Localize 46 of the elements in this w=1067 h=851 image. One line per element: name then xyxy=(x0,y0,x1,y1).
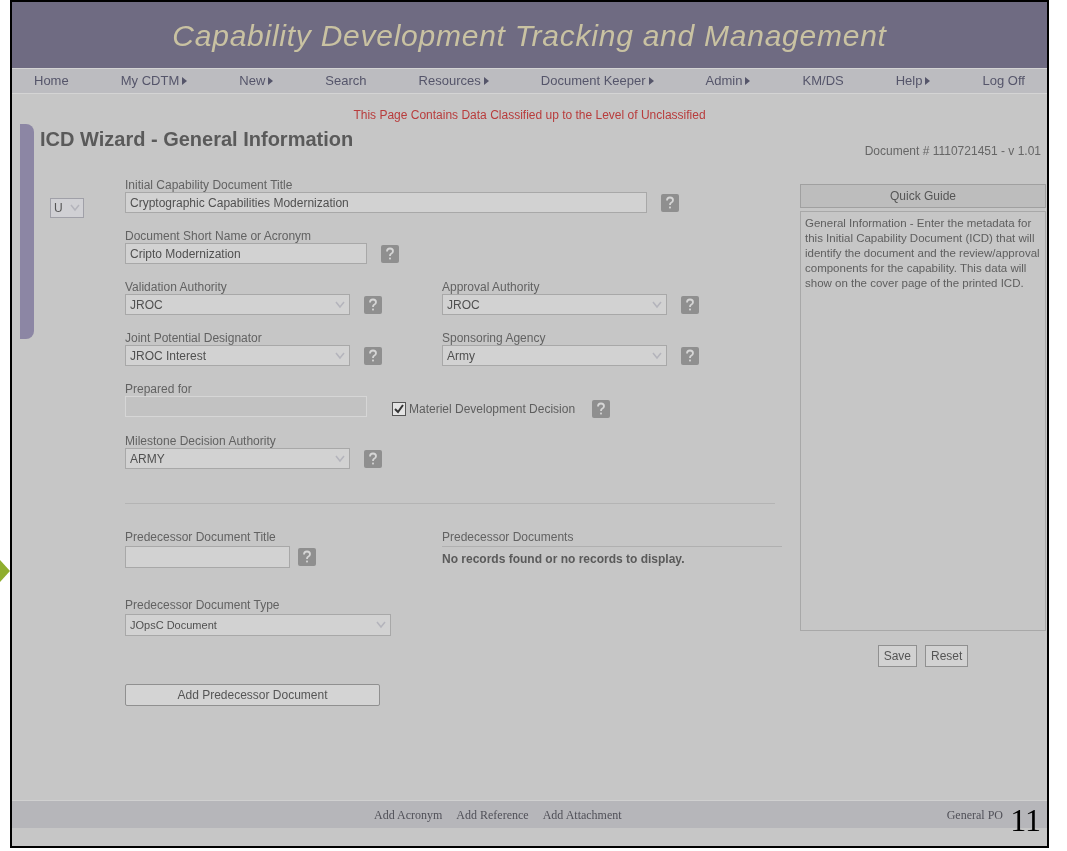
dropdown[interactable]: JROC xyxy=(442,294,667,315)
nav-link[interactable]: Log Off xyxy=(982,71,1025,91)
dropdown[interactable]: ARMY xyxy=(125,448,350,469)
field-label: Validation Authority xyxy=(125,279,228,294)
dropdown[interactable]: JROC xyxy=(125,294,350,315)
form-button[interactable]: Save xyxy=(877,645,917,667)
footer-link[interactable]: Add Reference xyxy=(456,805,529,824)
quick-guide-text: General Information - Enter the metadata for this Initial Capability Document (ICD) that will identify the document and the review/approval components for the capability. This data will show on the cover page of the printed ICD. xyxy=(805,216,1041,291)
dropdown[interactable]: Army xyxy=(442,345,667,366)
nav-link[interactable]: Document Keeper xyxy=(540,71,654,91)
slide-number: 11 xyxy=(1010,801,1041,840)
field-label: Prepared for xyxy=(125,381,193,396)
input-field[interactable]: Cripto Modernization xyxy=(125,243,367,264)
section-label: Predecessor Documents xyxy=(442,529,575,546)
field-label: Milestone Decision Authority xyxy=(125,433,277,448)
add-predecessor-button[interactable]: Add Predecessor Document xyxy=(125,684,380,706)
form-button[interactable]: Reset xyxy=(925,645,969,667)
field-label: Document Short Name or Acronym xyxy=(125,228,313,243)
field-label: Predecessor Document Title xyxy=(125,529,277,546)
footer-link[interactable]: Add Attachment xyxy=(542,805,622,824)
dropdown[interactable]: JOpsC Document xyxy=(125,614,391,636)
field-label: Initial Capability Document Title xyxy=(125,177,294,192)
field-label: Joint Potential Designator xyxy=(125,330,263,345)
field-label: Predecessor Document Type xyxy=(125,597,281,614)
field-label: Approval Authority xyxy=(442,279,541,294)
footer-link[interactable]: General PO xyxy=(946,805,1003,824)
empty-message: No records found or no records to display. xyxy=(442,551,686,568)
nav-link[interactable]: New xyxy=(239,71,274,91)
footer-link[interactable]: Add Acronym xyxy=(374,805,443,824)
quick-guide-title: Quick Guide xyxy=(890,188,956,205)
dropdown[interactable]: JROC Interest xyxy=(125,345,350,366)
nav-link[interactable]: My CDTM xyxy=(120,71,188,91)
input-field[interactable]: Cryptographic Capabilities Modernization xyxy=(125,192,647,213)
page-title: ICD Wizard - General Information xyxy=(40,127,354,152)
document-number: Document # 1110721451 - v 1.01 xyxy=(864,143,1041,160)
nav-link[interactable]: Admin xyxy=(705,71,751,91)
nav-link[interactable]: Search xyxy=(325,71,367,91)
nav-link[interactable]: KM/DS xyxy=(802,71,844,91)
checkbox-label: Materiel Development Decision xyxy=(409,401,576,418)
nav-link[interactable]: Help xyxy=(895,71,931,91)
field-label: Sponsoring Agency xyxy=(442,330,547,345)
app-title: Capability Development Tracking and Management xyxy=(172,17,887,54)
classification-notice: This Page Contains Data Classified up to the Level of Unclassified xyxy=(353,107,706,124)
nav-link[interactable]: Resources xyxy=(418,71,489,91)
nav-link[interactable]: Home xyxy=(34,71,69,91)
classification-select[interactable]: U xyxy=(50,198,84,218)
